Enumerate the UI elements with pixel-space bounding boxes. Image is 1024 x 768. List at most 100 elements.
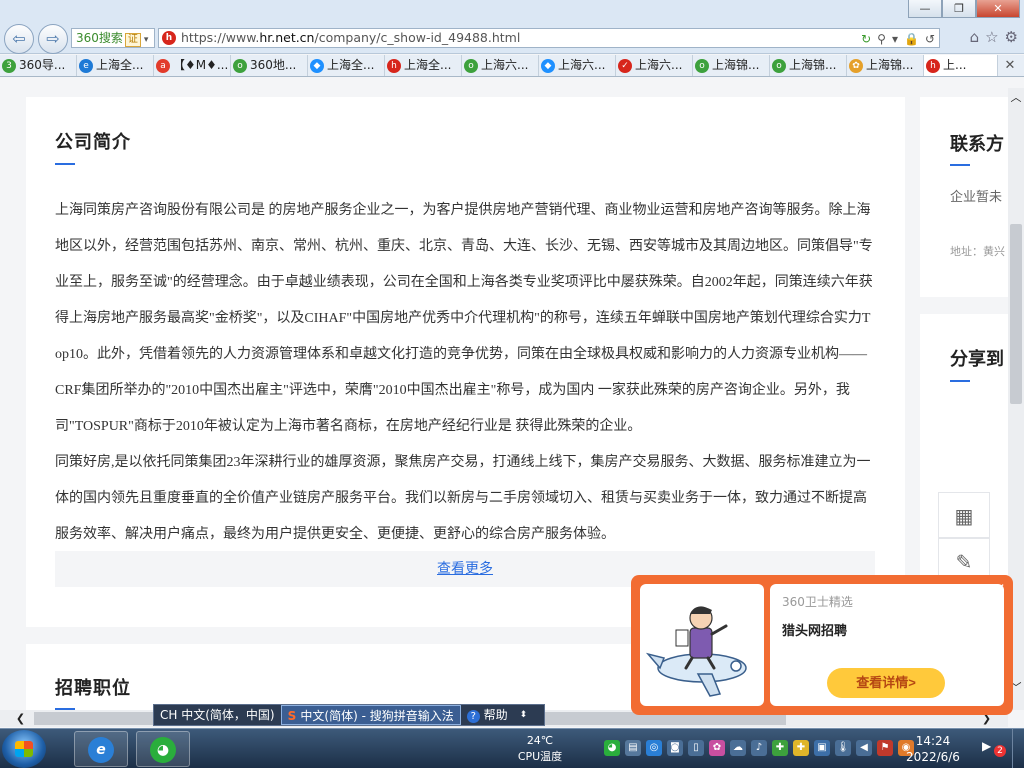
contact-title: 联系方 bbox=[950, 134, 1004, 155]
tab-favicon-icon: o bbox=[233, 58, 247, 73]
tab-item[interactable]: a 【♦M♦... bbox=[154, 55, 231, 76]
dropdown-icon[interactable]: ▾ bbox=[892, 30, 898, 48]
wechat-tray-icon[interactable]: ◕ bbox=[604, 740, 620, 756]
browser-right-icons: ⌂ ☆ ⚙ bbox=[970, 28, 1018, 46]
close-icon[interactable]: ✕ bbox=[995, 581, 1005, 598]
tab-label: 上海全... bbox=[96, 58, 144, 72]
ie-icon: e bbox=[88, 737, 114, 763]
contact-card: 联系方 企业暂未 地址：黄兴 bbox=[920, 97, 1010, 297]
contact-text: 企业暂未 bbox=[950, 190, 1003, 205]
browser-toolbar: — ❐ ✕ ⇦ ⇨ 360搜索证 ▾ h https://www.hr.net.c… bbox=[0, 0, 1024, 54]
tab-item[interactable]: ✿ 上海锦... bbox=[847, 55, 924, 76]
home-icon[interactable]: ⌂ bbox=[970, 28, 980, 46]
site-favicon-icon: h bbox=[162, 31, 176, 45]
tab-active[interactable]: h 上... bbox=[924, 55, 998, 76]
tab-item[interactable]: ◆ 上海六... bbox=[539, 55, 616, 76]
thermo-tray-icon[interactable]: 🌡 bbox=[835, 740, 851, 756]
tab-item[interactable]: o 上海锦... bbox=[770, 55, 847, 76]
taskbar-ie[interactable]: e bbox=[74, 731, 128, 767]
reload-icon[interactable]: ↺ bbox=[925, 30, 935, 48]
view-details-button[interactable]: 查看详情> bbox=[827, 668, 945, 698]
maximize-button[interactable]: ❐ bbox=[942, 0, 976, 18]
flag-tray-icon[interactable]: ⚑ bbox=[877, 740, 893, 756]
phone-tray-icon[interactable]: ▯ bbox=[688, 740, 704, 756]
tab-item[interactable]: o 360地... bbox=[231, 55, 308, 76]
popup-illustration bbox=[640, 584, 764, 706]
tab-item[interactable]: e 上海全... bbox=[77, 55, 154, 76]
popup-tag: 360卫士精选 bbox=[782, 595, 853, 609]
minimize-button[interactable]: — bbox=[908, 0, 942, 18]
man-on-airplane-icon bbox=[645, 606, 747, 697]
popup-content: 360卫士精选 猎头网招聘 查看详情> bbox=[770, 584, 1004, 706]
tab-favicon-icon: 3 bbox=[2, 58, 16, 73]
favorites-star-icon[interactable]: ☆ bbox=[985, 28, 998, 46]
taskbar: e ◕ 24℃ CPU温度 ◕ ▤ ◎ ◙ ▯ ✿ ☁ ♪ ✚ ✚ ▣ 🌡 ◀ … bbox=[0, 728, 1024, 768]
close-window-button[interactable]: ✕ bbox=[976, 0, 1020, 18]
tab-label: 上海六... bbox=[481, 58, 529, 72]
tab-favicon-icon: a bbox=[156, 58, 170, 73]
cloud-tray-icon[interactable]: ☁ bbox=[730, 740, 746, 756]
refresh-compat-icon[interactable]: ↻ bbox=[861, 30, 871, 48]
tab-label: 上海六... bbox=[558, 58, 606, 72]
sogou-icon: S bbox=[287, 709, 301, 723]
tab-label: 上海六... bbox=[635, 58, 683, 72]
tab-item[interactable]: h 上海全... bbox=[385, 55, 462, 76]
tab-item[interactable]: ✓ 上海六... bbox=[616, 55, 693, 76]
input-method[interactable]: S 中文(简体) - 搜狗拼音输入法 bbox=[280, 705, 461, 725]
intro-title: 公司简介 bbox=[55, 132, 131, 153]
show-desktop-button[interactable] bbox=[1012, 729, 1024, 768]
lock-icon[interactable]: 🔒 bbox=[904, 30, 919, 48]
intro-paragraph-2: 同策好房,是以依托同策集团23年深耕行业的雄厚资源，聚焦房产交易，打通线上线下，… bbox=[55, 455, 871, 542]
wechat-icon: ◕ bbox=[150, 737, 176, 763]
tab-item[interactable]: ◆ 上海全... bbox=[308, 55, 385, 76]
scroll-thumb[interactable] bbox=[1010, 224, 1022, 404]
clock-date: 2022/6/6 bbox=[906, 750, 960, 764]
tab-item[interactable]: o 上海锦... bbox=[693, 55, 770, 76]
tab-close-icon[interactable]: ✕ bbox=[998, 55, 1022, 76]
tab-label: 上... bbox=[943, 58, 967, 72]
taskbar-wechat[interactable]: ◕ bbox=[136, 731, 190, 767]
address-text: 地址：黄兴 bbox=[950, 245, 1005, 258]
input-language[interactable]: CH 中文(简体，中国) bbox=[154, 705, 281, 725]
help-icon: ? bbox=[466, 710, 480, 723]
title-underline bbox=[55, 163, 75, 165]
volume-tray-icon[interactable]: ♪ bbox=[751, 740, 767, 756]
scroll-up-icon[interactable]: ︿ bbox=[1008, 90, 1024, 106]
langbar-options-icon[interactable]: ⬍ bbox=[514, 705, 534, 725]
tab-favicon-icon: o bbox=[695, 58, 709, 73]
address-bar[interactable]: h https://www.hr.net.cn/company/c_show-i… bbox=[158, 28, 940, 48]
search-tray-icon[interactable]: ◎ bbox=[646, 740, 662, 756]
tab-label: 上海锦... bbox=[866, 58, 914, 72]
popup-title: 猎头网招聘 bbox=[782, 624, 848, 639]
tab-favicon-icon: ◆ bbox=[310, 58, 324, 73]
360-tray-icon[interactable]: ✚ bbox=[793, 740, 809, 756]
ad-popup: 360卫士精选 猎头网招聘 查看详情> ﹀ ✕ bbox=[631, 575, 1013, 715]
back-arrow-icon[interactable]: ⇦ bbox=[4, 24, 34, 54]
cpu-temperature[interactable]: 24℃ CPU温度 bbox=[508, 733, 572, 765]
search-engine-selector[interactable]: 360搜索证 ▾ bbox=[71, 28, 155, 48]
tab-item[interactable]: o 上海六... bbox=[462, 55, 539, 76]
tab-item[interactable]: 3 360导... bbox=[0, 55, 77, 76]
qrcode-icon[interactable]: ▦ bbox=[938, 492, 990, 538]
collapse-icon[interactable]: ﹀ bbox=[973, 581, 985, 598]
start-button[interactable] bbox=[2, 730, 46, 768]
temperature-value: 24℃ bbox=[526, 734, 554, 747]
scroll-left-icon[interactable]: ❮ bbox=[12, 710, 29, 727]
app-tray-icon[interactable]: ◙ bbox=[667, 740, 683, 756]
security-tray-icon[interactable]: ✚ bbox=[772, 740, 788, 756]
settings-gear-icon[interactable]: ⚙ bbox=[1005, 28, 1018, 46]
network-tray-icon[interactable]: ▤ bbox=[625, 740, 641, 756]
clock[interactable]: 14:24 2022/6/6 bbox=[900, 733, 966, 765]
forward-arrow-icon[interactable]: ⇨ bbox=[38, 24, 68, 54]
tab-favicon-icon: ✿ bbox=[849, 58, 863, 73]
monitor-tray-icon[interactable]: ▣ bbox=[814, 740, 830, 756]
url-text[interactable]: https://www.hr.net.cn/company/c_show-id_… bbox=[181, 29, 520, 47]
speaker-tray-icon[interactable]: ◀ bbox=[856, 740, 872, 756]
notification-icon[interactable]: ▶ 2 bbox=[982, 739, 1006, 759]
search-icon[interactable]: ⚲ bbox=[877, 30, 886, 48]
notification-count: 2 bbox=[994, 745, 1006, 757]
tab-favicon-icon: ◆ bbox=[541, 58, 555, 73]
help-button[interactable]: ? 帮助 bbox=[461, 705, 514, 725]
view-more-link[interactable]: 查看更多 bbox=[437, 561, 493, 577]
color-tray-icon[interactable]: ✿ bbox=[709, 740, 725, 756]
